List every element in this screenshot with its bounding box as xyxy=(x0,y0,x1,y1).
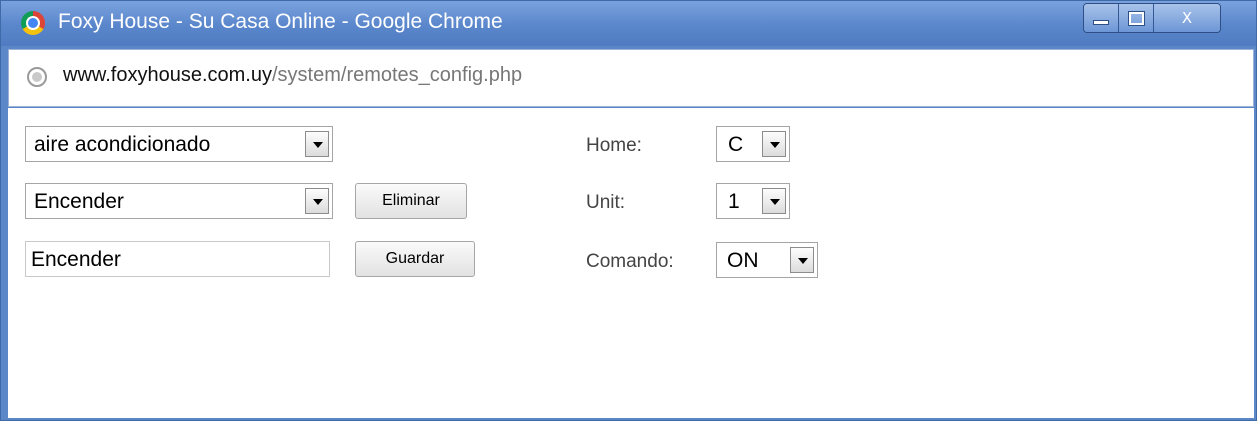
command-select[interactable]: ON xyxy=(716,242,818,278)
minimize-icon xyxy=(1093,19,1109,25)
unit-select[interactable]: 1 xyxy=(716,183,790,219)
command-name-value: Encender xyxy=(31,248,121,271)
save-button[interactable]: Guardar xyxy=(355,241,475,277)
device-select[interactable]: aire acondicionado xyxy=(25,126,333,162)
browser-window: Foxy House - Su Casa Online - Google Chr… xyxy=(0,0,1257,421)
action-select-value: Encender xyxy=(34,190,124,213)
url-path: /system/remotes_config.php xyxy=(271,64,523,86)
address-bar[interactable]: www.foxyhouse.com.uy/system/remotes_conf… xyxy=(8,49,1254,107)
home-select-value: C xyxy=(728,133,744,156)
dropdown-arrow-icon[interactable] xyxy=(305,131,329,157)
close-button[interactable]: X xyxy=(1153,4,1220,32)
globe-icon xyxy=(27,67,47,87)
unit-label: Unit: xyxy=(586,192,626,213)
command-select-value: ON xyxy=(727,249,759,272)
delete-button[interactable]: Eliminar xyxy=(355,183,467,219)
page-content: aire acondicionado Encender Eliminar Enc… xyxy=(8,108,1254,418)
maximize-icon xyxy=(1128,11,1144,25)
command-label: Comando: xyxy=(586,251,674,272)
minimize-button[interactable] xyxy=(1084,4,1118,32)
dropdown-arrow-icon[interactable] xyxy=(790,247,814,273)
action-select[interactable]: Encender xyxy=(25,183,333,219)
device-select-value: aire acondicionado xyxy=(34,133,211,156)
url-domain: www.foxyhouse.com.uy xyxy=(63,64,272,86)
dropdown-arrow-icon[interactable] xyxy=(762,188,786,214)
maximize-button[interactable] xyxy=(1118,4,1153,32)
title-bar: Foxy House - Su Casa Online - Google Chr… xyxy=(1,1,1256,46)
url-text[interactable]: www.foxyhouse.com.uy/system/remotes_conf… xyxy=(63,64,522,87)
unit-select-value: 1 xyxy=(728,190,740,213)
home-select[interactable]: C xyxy=(716,126,790,162)
window-controls: X xyxy=(1083,3,1221,33)
home-label: Home: xyxy=(586,135,642,156)
dropdown-arrow-icon[interactable] xyxy=(762,131,786,157)
close-icon: X xyxy=(1181,9,1193,27)
window-title: Foxy House - Su Casa Online - Google Chr… xyxy=(58,10,503,33)
command-name-input[interactable]: Encender xyxy=(25,241,330,277)
dropdown-arrow-icon[interactable] xyxy=(305,188,329,214)
chrome-icon xyxy=(21,11,45,35)
